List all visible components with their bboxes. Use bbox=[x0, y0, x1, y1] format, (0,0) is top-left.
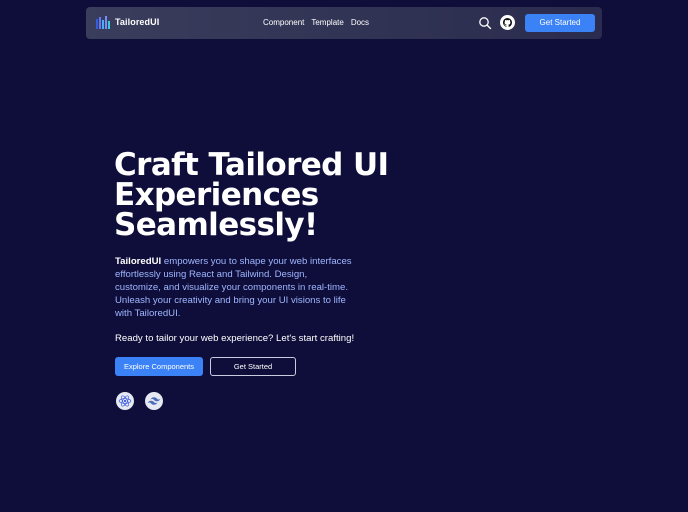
hero-title-line-3: Seamlessly! bbox=[114, 207, 318, 243]
logo-icon[interactable] bbox=[95, 15, 111, 31]
hero-subtext: Ready to tailor your web experience? Let… bbox=[115, 333, 355, 344]
explore-components-button[interactable]: Explore Components bbox=[115, 357, 203, 376]
nav-link-docs[interactable]: Docs bbox=[351, 18, 369, 27]
github-icon[interactable] bbox=[500, 15, 515, 30]
top-navbar: TailoredUI Component Template Docs Get S… bbox=[86, 7, 602, 39]
hero-description: TailoredUI empowers you to shape your we… bbox=[115, 255, 355, 320]
react-icon bbox=[116, 392, 134, 410]
nav-get-started-button[interactable]: Get Started bbox=[525, 14, 595, 32]
nav-link-template[interactable]: Template bbox=[311, 18, 343, 27]
hero-title-line-2: Experiences bbox=[114, 177, 319, 213]
hero-get-started-button[interactable]: Get Started bbox=[210, 357, 296, 376]
brand-name[interactable]: TailoredUI bbox=[115, 17, 159, 27]
hero-title-line-1: Craft Tailored UI bbox=[114, 147, 389, 183]
hero-title: Craft Tailored UI Experiences Seamlessly… bbox=[114, 147, 389, 243]
nav-links: Component Template Docs bbox=[263, 18, 369, 27]
tailwind-icon bbox=[145, 392, 163, 410]
nav-link-component[interactable]: Component bbox=[263, 18, 304, 27]
hero-description-brand: TailoredUI bbox=[115, 256, 162, 267]
search-icon[interactable] bbox=[478, 16, 492, 30]
